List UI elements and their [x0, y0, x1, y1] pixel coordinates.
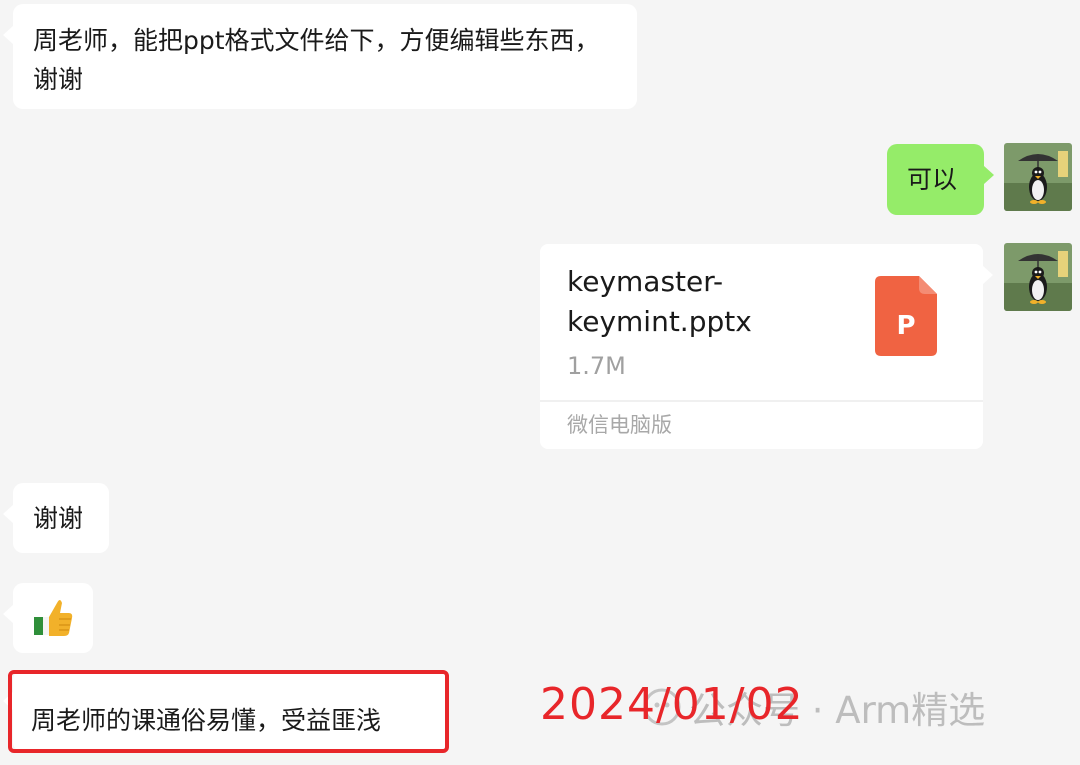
message-text: 可以 — [907, 165, 958, 194]
svg-text:P: P — [896, 311, 915, 341]
message-text: 周老师，能把ppt格式文件给下，方便编辑些东西，谢谢 — [33, 26, 600, 94]
penguin-avatar-icon — [1004, 143, 1072, 211]
message-text: 谢谢 — [33, 504, 84, 533]
incoming-message-1[interactable]: 周老师，能把ppt格式文件给下，方便编辑些东西，谢谢 — [3, 4, 637, 109]
thumbs-up-icon — [34, 600, 73, 636]
penguin-avatar-icon — [1004, 243, 1072, 311]
incoming-message-emoji[interactable] — [3, 583, 93, 653]
outgoing-message-1[interactable]: 可以 — [887, 144, 994, 215]
card-divider — [540, 400, 983, 402]
file-source-label: 微信电脑版 — [567, 413, 672, 437]
date-stamp: 2024/01/02 — [540, 679, 804, 730]
ppt-file-icon: P — [875, 276, 937, 356]
red-highlight-frame — [8, 670, 449, 753]
incoming-message-2[interactable]: 谢谢 — [3, 483, 109, 553]
file-attachment-card[interactable]: keymaster- keymint.pptx 1.7M P 微信电脑版 — [540, 244, 993, 449]
file-name: keymaster- keymint.pptx — [567, 265, 752, 338]
file-size: 1.7M — [567, 352, 626, 380]
user-avatar[interactable] — [1004, 143, 1072, 211]
user-avatar[interactable] — [1004, 243, 1072, 311]
